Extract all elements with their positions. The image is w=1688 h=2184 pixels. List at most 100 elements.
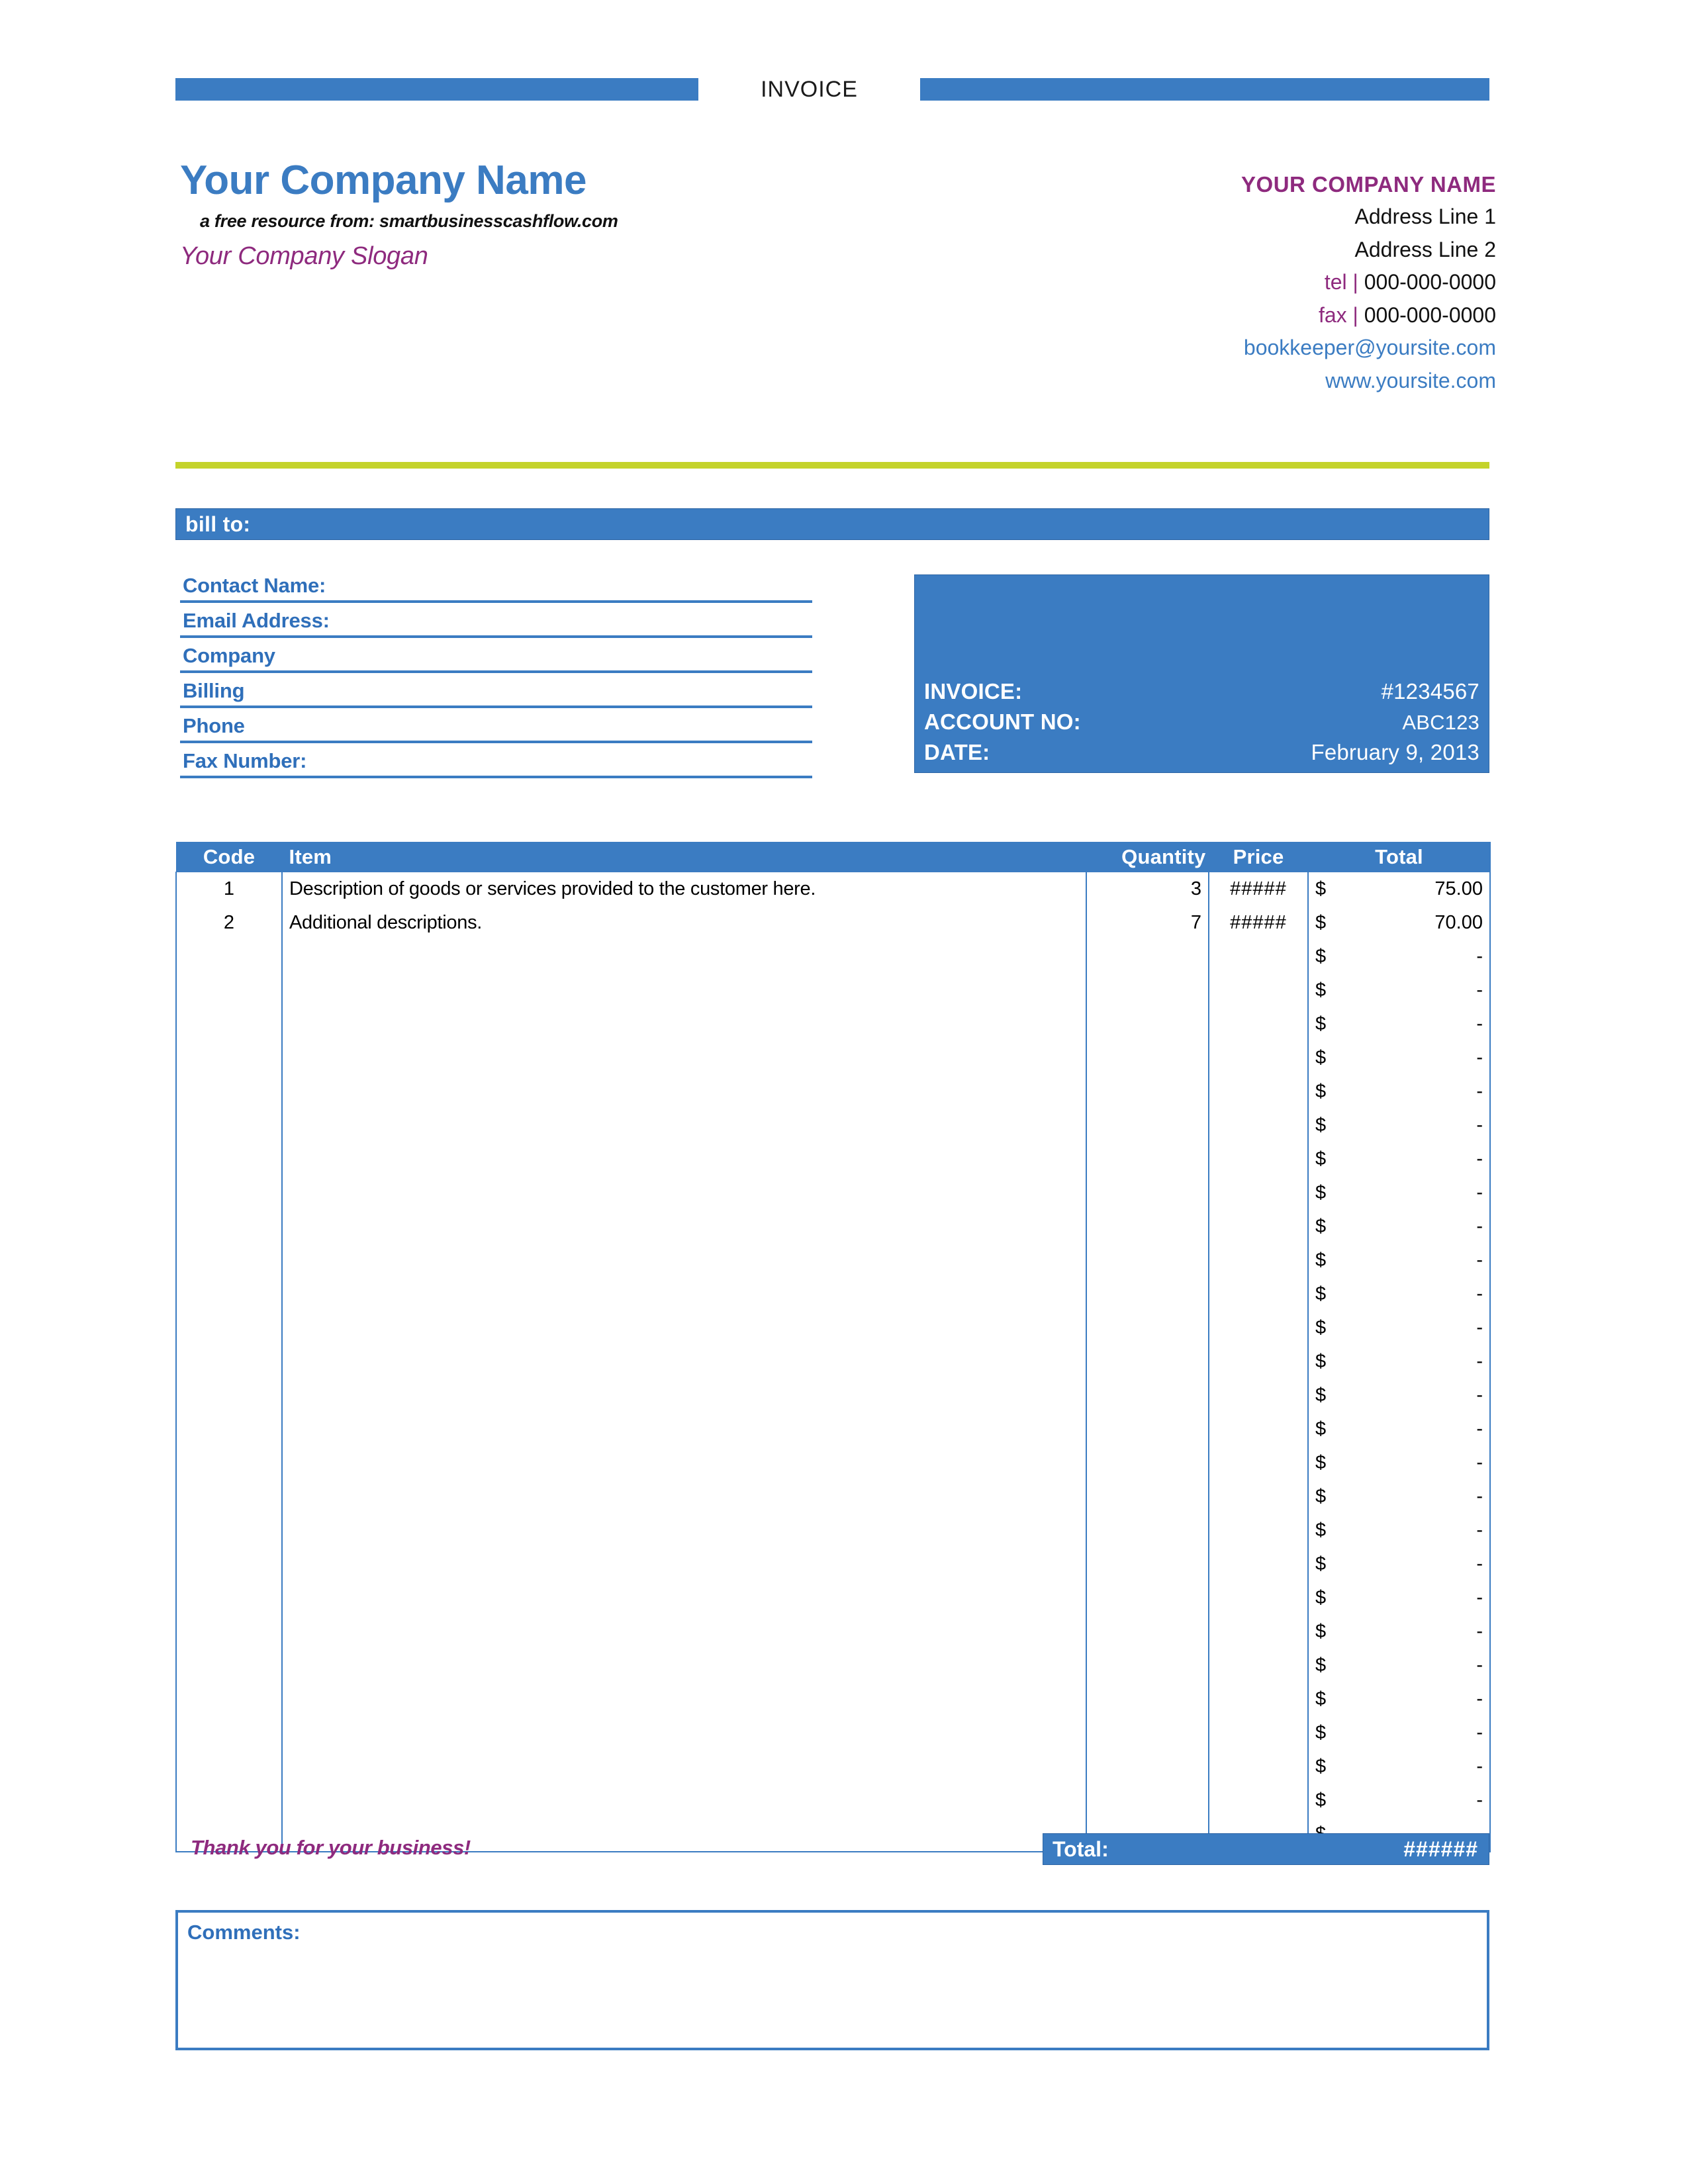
cell-item[interactable] xyxy=(281,1210,1087,1244)
cell-quantity[interactable]: 3 xyxy=(1086,872,1209,906)
cell-code[interactable] xyxy=(175,1649,283,1682)
contact-email-link[interactable]: bookkeeper@yoursite.com xyxy=(1019,334,1496,362)
cell-price[interactable] xyxy=(1208,1277,1309,1311)
cell-item[interactable] xyxy=(281,1109,1087,1142)
cell-code[interactable] xyxy=(175,1412,283,1446)
cell-total[interactable]: $- xyxy=(1307,1379,1491,1412)
table-row[interactable]: $- xyxy=(175,1412,1491,1446)
bill-to-field-billing[interactable]: Billing xyxy=(180,673,812,708)
table-row[interactable]: $- xyxy=(175,1007,1491,1041)
table-row[interactable]: $- xyxy=(175,1649,1491,1682)
cell-total[interactable]: $- xyxy=(1307,1615,1491,1649)
cell-quantity[interactable]: 7 xyxy=(1086,906,1209,940)
cell-total[interactable]: $- xyxy=(1307,1682,1491,1716)
cell-item[interactable] xyxy=(281,974,1087,1007)
table-row[interactable]: $- xyxy=(175,1682,1491,1716)
cell-code[interactable] xyxy=(175,1277,283,1311)
cell-quantity[interactable] xyxy=(1086,974,1209,1007)
comments-box[interactable]: Comments: xyxy=(175,1910,1489,2050)
cell-code[interactable] xyxy=(175,1784,283,1817)
cell-total[interactable]: $- xyxy=(1307,974,1491,1007)
cell-price[interactable] xyxy=(1208,1514,1309,1547)
cell-total[interactable]: $- xyxy=(1307,1412,1491,1446)
cell-code[interactable]: 2 xyxy=(175,906,283,940)
table-row[interactable]: $- xyxy=(175,940,1491,974)
table-row[interactable]: $- xyxy=(175,1345,1491,1379)
cell-code[interactable] xyxy=(175,1142,283,1176)
cell-item[interactable] xyxy=(281,1784,1087,1817)
cell-item[interactable] xyxy=(281,1277,1087,1311)
cell-total[interactable]: $75.00 xyxy=(1307,872,1491,906)
cell-total[interactable]: $- xyxy=(1307,1244,1491,1277)
table-row[interactable]: $- xyxy=(175,1379,1491,1412)
cell-price[interactable] xyxy=(1208,1615,1309,1649)
cell-item[interactable] xyxy=(281,1379,1087,1412)
cell-price[interactable] xyxy=(1208,1379,1309,1412)
cell-item[interactable] xyxy=(281,1514,1087,1547)
cell-quantity[interactable] xyxy=(1086,1244,1209,1277)
table-row[interactable]: $- xyxy=(175,1109,1491,1142)
cell-code[interactable] xyxy=(175,940,283,974)
cell-total[interactable]: $- xyxy=(1307,940,1491,974)
cell-item[interactable] xyxy=(281,1176,1087,1210)
cell-code[interactable] xyxy=(175,1581,283,1615)
table-row[interactable]: $- xyxy=(175,1210,1491,1244)
cell-price[interactable] xyxy=(1208,1784,1309,1817)
cell-quantity[interactable] xyxy=(1086,1210,1209,1244)
cell-total[interactable]: $- xyxy=(1307,1007,1491,1041)
cell-price[interactable] xyxy=(1208,940,1309,974)
table-row[interactable]: $- xyxy=(175,1176,1491,1210)
table-row[interactable]: 1 Description of goods or services provid… xyxy=(175,872,1491,906)
table-row[interactable]: $- xyxy=(175,1041,1491,1075)
cell-price[interactable] xyxy=(1208,1176,1309,1210)
cell-total[interactable]: $70.00 xyxy=(1307,906,1491,940)
cell-price[interactable] xyxy=(1208,1109,1309,1142)
cell-code[interactable] xyxy=(175,1244,283,1277)
cell-quantity[interactable] xyxy=(1086,1379,1209,1412)
table-row[interactable]: $- xyxy=(175,1075,1491,1109)
cell-item[interactable]: Description of goods or services provide… xyxy=(281,872,1087,906)
cell-quantity[interactable] xyxy=(1086,1716,1209,1750)
cell-quantity[interactable] xyxy=(1086,1176,1209,1210)
cell-code[interactable] xyxy=(175,1480,283,1514)
cell-quantity[interactable] xyxy=(1086,1750,1209,1784)
cell-code[interactable] xyxy=(175,1514,283,1547)
cell-total[interactable]: $- xyxy=(1307,1784,1491,1817)
cell-code[interactable] xyxy=(175,1716,283,1750)
cell-quantity[interactable] xyxy=(1086,1109,1209,1142)
cell-quantity[interactable] xyxy=(1086,1345,1209,1379)
table-row[interactable]: $- xyxy=(175,1480,1491,1514)
cell-quantity[interactable] xyxy=(1086,1649,1209,1682)
cell-code[interactable] xyxy=(175,1446,283,1480)
cell-quantity[interactable] xyxy=(1086,1547,1209,1581)
table-row[interactable]: $- xyxy=(175,1750,1491,1784)
cell-price[interactable] xyxy=(1208,1210,1309,1244)
cell-quantity[interactable] xyxy=(1086,1412,1209,1446)
cell-price[interactable] xyxy=(1208,1750,1309,1784)
table-row[interactable]: $- xyxy=(175,1277,1491,1311)
cell-price[interactable] xyxy=(1208,1311,1309,1345)
cell-item[interactable] xyxy=(281,1041,1087,1075)
cell-code[interactable] xyxy=(175,1311,283,1345)
cell-quantity[interactable] xyxy=(1086,940,1209,974)
cell-quantity[interactable] xyxy=(1086,1311,1209,1345)
cell-total[interactable]: $- xyxy=(1307,1581,1491,1615)
cell-code[interactable] xyxy=(175,1007,283,1041)
bill-to-field-fax-number[interactable]: Fax Number: xyxy=(180,743,812,778)
cell-total[interactable]: $- xyxy=(1307,1109,1491,1142)
table-row[interactable]: $- xyxy=(175,1142,1491,1176)
cell-item[interactable] xyxy=(281,1244,1087,1277)
cell-total[interactable]: $- xyxy=(1307,1311,1491,1345)
cell-quantity[interactable] xyxy=(1086,1075,1209,1109)
cell-item[interactable]: Additional descriptions. xyxy=(281,906,1087,940)
table-row[interactable]: $- xyxy=(175,1244,1491,1277)
cell-item[interactable] xyxy=(281,1446,1087,1480)
cell-code[interactable] xyxy=(175,1210,283,1244)
cell-total[interactable]: $- xyxy=(1307,1716,1491,1750)
cell-code[interactable] xyxy=(175,974,283,1007)
cell-total[interactable]: $- xyxy=(1307,1649,1491,1682)
cell-price[interactable] xyxy=(1208,1716,1309,1750)
cell-price[interactable] xyxy=(1208,1041,1309,1075)
cell-code[interactable] xyxy=(175,1345,283,1379)
cell-quantity[interactable] xyxy=(1086,1142,1209,1176)
